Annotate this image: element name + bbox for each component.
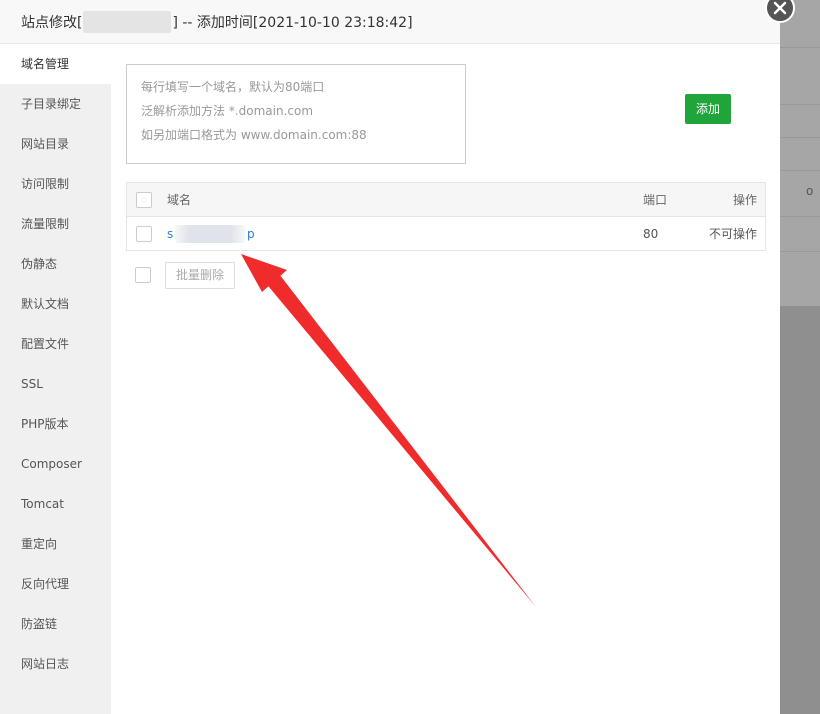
row-operation: 不可操作: [708, 227, 757, 241]
placeholder-line: 每行填写一个域名，默认为80端口: [141, 80, 325, 94]
backdrop-glyph: o: [806, 184, 814, 198]
settings-sidebar: 域名管理 子目录绑定 网站目录 访问限制 流量限制 伪静态 默认文档 配置文件 SSL PHP版本…: [0, 44, 111, 714]
sidebar-item[interactable]: 伪静态: [0, 244, 111, 284]
sidebar-item[interactable]: 流量限制: [0, 204, 111, 244]
placeholder-line: 泛解析添加方法 *.domain.com: [141, 104, 314, 118]
backdrop-divider: [780, 137, 820, 138]
site-edit-modal: 站点修改[ ] -- 添加时间[2021-10-10 23:18:42] 域名管…: [0, 0, 780, 714]
batch-select-checkbox[interactable]: [135, 267, 151, 283]
sidebar-item[interactable]: 反向代理: [0, 564, 111, 604]
sidebar-item[interactable]: 域名管理: [0, 44, 111, 84]
domain-link-end[interactable]: p: [247, 227, 255, 241]
sidebar-item[interactable]: 配置文件: [0, 324, 111, 364]
batch-delete-button[interactable]: 批量删除: [165, 262, 235, 289]
backdrop-divider: [780, 216, 820, 217]
table-header: 域名 端口 操作: [127, 183, 765, 217]
close-icon: [773, 1, 787, 15]
modal-title-suffix: ] -- 添加时间[2021-10-10 23:18:42]: [172, 14, 413, 31]
domain-table: 域名 端口 操作 s p 80 不可操作: [126, 182, 766, 251]
modal-header: 站点修改[ ] -- 添加时间[2021-10-10 23:18:42]: [0, 0, 780, 44]
sidebar-item[interactable]: Tomcat: [0, 484, 111, 524]
table-row: s p 80 不可操作: [127, 217, 765, 251]
redacted-site-name: [83, 10, 172, 33]
add-domain-button[interactable]: 添加: [685, 94, 731, 124]
backdrop-divider: [780, 251, 820, 252]
header-domain: 域名: [167, 193, 192, 207]
sidebar-item[interactable]: Composer: [0, 444, 111, 484]
sidebar-item[interactable]: 网站目录: [0, 124, 111, 164]
header-operation: 操作: [732, 193, 757, 207]
backdrop-divider: [780, 47, 820, 48]
domain-link[interactable]: s: [167, 227, 173, 241]
backdrop-panel: [780, 0, 820, 306]
sidebar-item[interactable]: 重定向: [0, 524, 111, 564]
header-port: 端口: [643, 193, 668, 207]
backdrop-divider: [780, 104, 820, 105]
modal-title-prefix: 站点修改[: [21, 14, 83, 31]
sidebar-item[interactable]: SSL: [0, 364, 111, 404]
sidebar-item[interactable]: 网站日志: [0, 644, 111, 684]
placeholder-line: 如另加端口格式为 www.domain.com:88: [141, 128, 367, 142]
domain-input[interactable]: 每行填写一个域名，默认为80端口 泛解析添加方法 *.domain.com 如另…: [126, 64, 466, 164]
sidebar-item[interactable]: 防盗链: [0, 604, 111, 644]
sidebar-item[interactable]: 访问限制: [0, 164, 111, 204]
redacted-domain: [175, 225, 245, 243]
sidebar-item[interactable]: PHP版本: [0, 404, 111, 444]
domain-management-panel: 每行填写一个域名，默认为80端口 泛解析添加方法 *.domain.com 如另…: [111, 44, 780, 714]
sidebar-item[interactable]: 默认文档: [0, 284, 111, 324]
select-all-checkbox[interactable]: [136, 192, 152, 208]
row-port: 80: [643, 226, 659, 241]
sidebar-item[interactable]: 子目录绑定: [0, 84, 111, 124]
backdrop-divider: [780, 170, 820, 171]
row-checkbox[interactable]: [136, 226, 152, 242]
